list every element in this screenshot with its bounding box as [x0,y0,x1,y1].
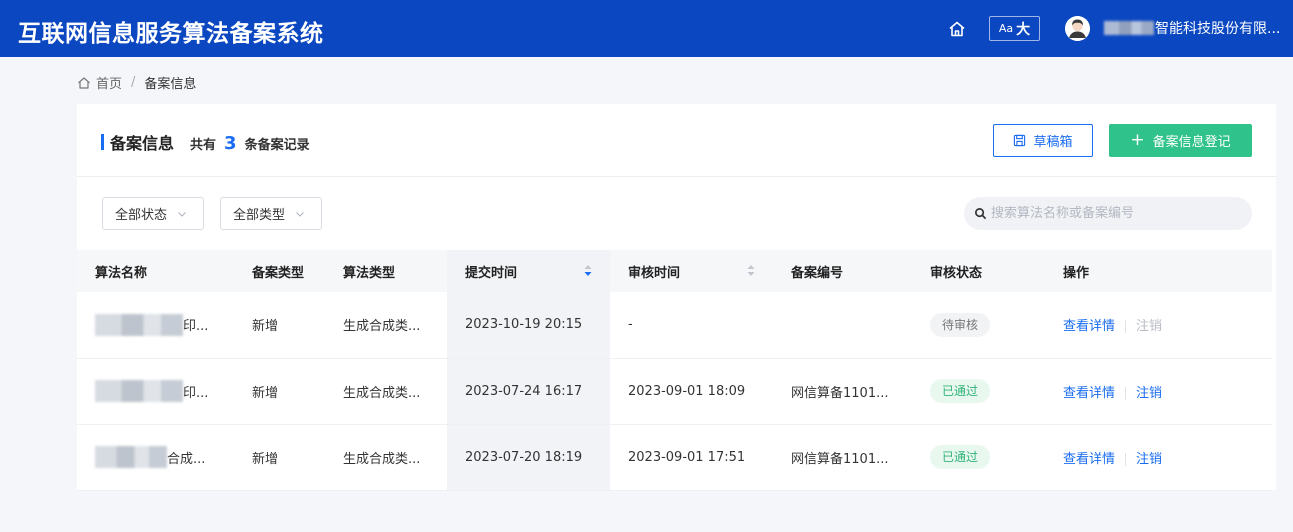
action-divider [1125,452,1127,466]
submit-time-cell: 2023-10-19 20:15 [447,292,610,359]
cancel-filing-link[interactable]: 注销 [1136,452,1162,467]
col-header-submit-time[interactable]: 提交时间 [447,250,610,292]
submit-time-cell: 2023-07-24 16:17 [447,358,610,425]
count-suffix: 条备案记录 [244,138,310,153]
algo-name-redacted [95,313,183,336]
home-icon [78,76,90,89]
title-accent-bar [101,134,104,150]
draft-box-button[interactable]: 草稿箱 [993,124,1093,157]
draft-box-label: 草稿箱 [1033,135,1073,150]
plus-icon: + [1130,130,1145,150]
save-icon [1014,134,1026,147]
action-divider [1125,386,1127,400]
cancel-filing-link: 注销 [1136,319,1163,335]
page-title: 备案信息 [110,134,175,153]
actions-cell: 查看详情 注销 [1045,358,1272,425]
filing-type-cell: 新增 [234,292,325,359]
algo-name-redacted [95,380,183,402]
card-title: 备案信息 共有 3 条备案记录 [101,130,310,154]
chevron-down-icon [178,211,186,217]
view-details-link[interactable]: 查看详情 [1063,452,1115,467]
algo-type-cell: 生成合成类... [325,424,447,491]
algo-name-text: 印... [183,385,209,401]
font-size-toggle-button[interactable]: Aa 大 [989,16,1040,41]
card-header: 备案信息 共有 3 条备案记录 草稿箱 + 备案信息登记 [77,104,1276,177]
top-bar: 互联网信息服务算法备案系统 Aa 大 智能科技股份有限... [0,0,1293,57]
status-filter-value: 全部状态 [115,208,168,223]
record-count: 3 [224,133,237,154]
col-header-actions: 操作 [1045,250,1272,292]
filing-no-cell [773,292,912,359]
table-row: 印... 新增 生成合成类... 2023-10-19 20:15 - 待审核 … [77,292,1272,359]
col-header-review-time[interactable]: 审核时间 [610,250,773,292]
col-header-review-time-label: 审核时间 [628,265,681,281]
algo-name-cell: 印... [77,292,234,359]
algo-name-cell: 印... [77,358,234,425]
view-details-link[interactable]: 查看详情 [1063,386,1115,401]
col-header-status: 审核状态 [912,250,1045,292]
algo-name-text: 印... [183,319,209,335]
org-name[interactable]: 智能科技股份有限... [1104,18,1280,38]
actions-cell: 查看详情 注销 [1045,292,1272,359]
type-filter-value: 全部类型 [233,208,286,223]
submit-time-cell: 2023-07-20 18:19 [447,424,610,491]
filing-no-cell: 网信算备1101... [773,424,912,491]
cancel-filing-link[interactable]: 注销 [1136,386,1162,401]
breadcrumb-home[interactable]: 首页 [96,73,122,92]
algo-name-redacted [95,446,167,468]
status-badge: 已通过 [930,445,991,469]
filing-type-cell: 新增 [234,424,325,491]
org-name-redacted [1104,21,1154,35]
algo-type-cell: 生成合成类... [325,292,447,359]
status-cell: 已通过 [912,424,1045,491]
col-header-filing-no: 备案编号 [773,250,912,292]
count-prefix: 共有 [190,138,217,153]
status-badge: 待审核 [930,312,991,337]
col-header-algo-name: 算法名称 [77,250,234,292]
chevron-down-icon [296,211,304,217]
status-filter-select[interactable]: 全部状态 [102,197,204,230]
sort-icon[interactable] [584,264,592,277]
search-box[interactable] [964,197,1252,230]
status-cell: 待审核 [912,292,1045,359]
breadcrumb-current: 备案信息 [144,77,197,92]
status-badge: 已通过 [930,379,991,403]
org-name-text: 智能科技股份有限... [1155,21,1281,37]
action-divider [1125,320,1127,334]
col-header-algo-type: 算法类型 [325,250,447,292]
font-size-small-label: Aa [998,22,1014,35]
type-filter-select[interactable]: 全部类型 [220,197,322,230]
breadcrumb-separator: / [131,75,136,90]
table-row: 合成... 新增 生成合成类... 2023-07-20 18:19 2023-… [77,424,1272,491]
algo-type-cell: 生成合成类... [325,358,447,425]
view-details-link[interactable]: 查看详情 [1063,319,1115,334]
search-icon [975,208,987,220]
review-time-cell: 2023-09-01 17:51 [610,424,773,491]
col-header-filing-type: 备案类型 [234,250,325,292]
status-cell: 已通过 [912,358,1045,425]
actions-cell: 查看详情 注销 [1045,424,1272,491]
table-header-row: 算法名称 备案类型 算法类型 提交时间 审核时间 备案编号 审核状态 操作 [77,250,1272,292]
breadcrumb: 首页 / 备案信息 [77,73,196,92]
review-time-cell: - [610,292,773,359]
home-icon[interactable] [947,19,967,39]
algo-name-text: 合成... [167,451,206,467]
app-title: 互联网信息服务算法备案系统 [18,21,324,47]
filing-no-cell: 网信算备1101... [773,358,912,425]
search-input[interactable] [991,206,1241,221]
col-header-submit-time-label: 提交时间 [465,265,518,281]
filing-table: 算法名称 备案类型 算法类型 提交时间 审核时间 备案编号 审核状态 操作 印.… [77,250,1272,491]
register-filing-button[interactable]: + 备案信息登记 [1109,124,1252,157]
algo-name-cell: 合成... [77,424,234,491]
review-time-cell: 2023-09-01 18:09 [610,358,773,425]
table-row: 印... 新增 生成合成类... 2023-07-24 16:17 2023-0… [77,358,1272,425]
register-filing-label: 备案信息登记 [1152,135,1231,150]
font-size-big-label: 大 [1016,21,1031,38]
avatar[interactable] [1065,16,1090,41]
filing-card: 备案信息 共有 3 条备案记录 草稿箱 + 备案信息登记 全部状态 全部类型 搜… [77,104,1276,491]
sort-icon[interactable] [747,264,755,277]
filing-type-cell: 新增 [234,358,325,425]
